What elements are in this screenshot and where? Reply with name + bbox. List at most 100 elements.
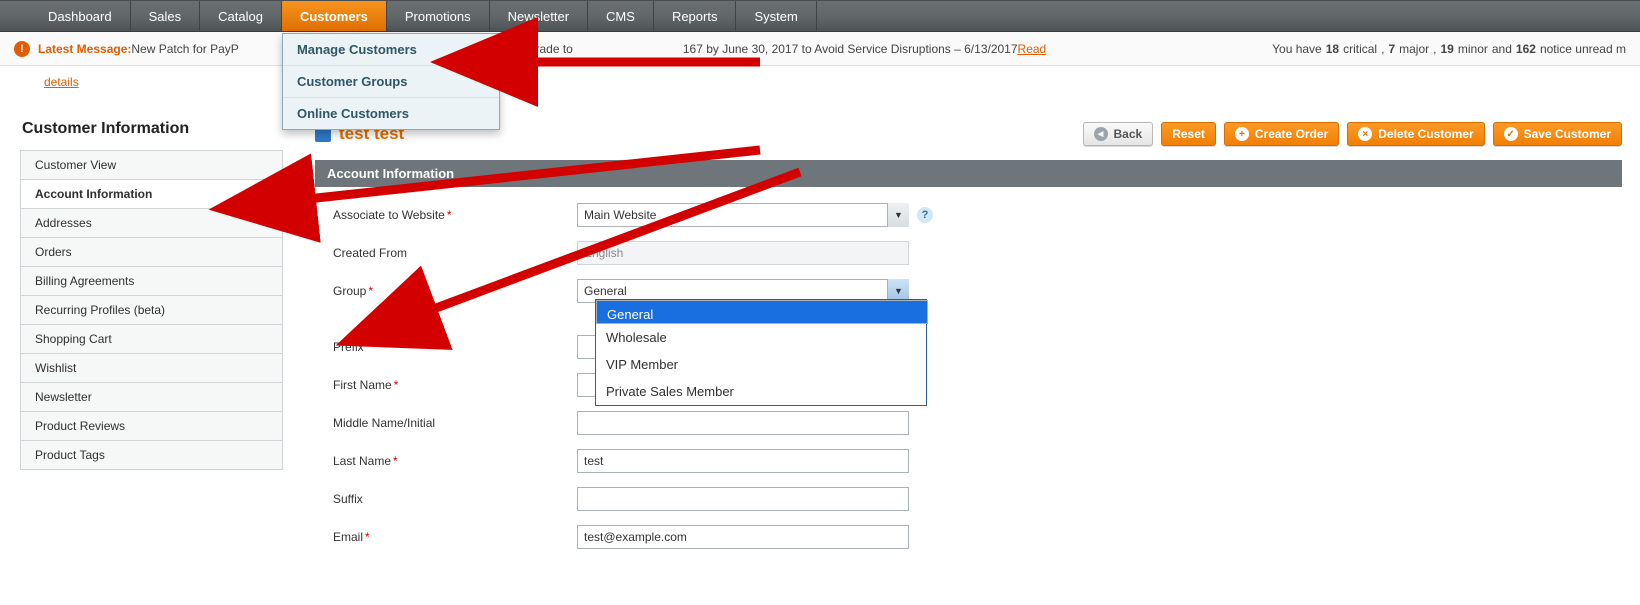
sidebar-item-account-information[interactable]: Account Information <box>21 180 282 209</box>
nav-customers[interactable]: Customers Manage Customers Customer Grou… <box>282 1 387 31</box>
created-from-value: English <box>577 241 909 265</box>
notice-right-prefix: You have <box>1272 42 1322 56</box>
reset-label: Reset <box>1172 127 1205 141</box>
group-option-general[interactable]: General <box>596 300 928 324</box>
create-order-label: Create Order <box>1255 127 1328 141</box>
notice-label: notice unread m <box>1540 42 1626 56</box>
help-icon[interactable]: ? <box>917 207 933 223</box>
row-last-name: Last Name* <box>333 445 1622 477</box>
major-label: major <box>1399 42 1429 56</box>
sidebar-item-wishlist[interactable]: Wishlist <box>21 354 282 383</box>
nav-customers-label: Customers <box>300 9 368 24</box>
minor-count: 19 <box>1441 42 1454 56</box>
save-customer-label: Save Customer <box>1524 127 1611 141</box>
critical-count: 18 <box>1326 42 1339 56</box>
first-name-label: First Name <box>333 378 392 392</box>
row-email: Email* <box>333 521 1622 553</box>
nav-catalog[interactable]: Catalog <box>200 1 282 31</box>
prefix-label: Prefix <box>333 340 364 354</box>
required-icon: * <box>447 208 452 222</box>
associate-label: Associate to Website <box>333 208 445 222</box>
save-customer-button[interactable]: ✓ Save Customer <box>1493 122 1622 146</box>
header-buttons: ◄ Back Reset + Create Order × Delete Custom… <box>1083 122 1623 146</box>
section-title: Account Information <box>315 160 1622 187</box>
associate-select[interactable] <box>577 203 909 227</box>
delete-customer-label: Delete Customer <box>1378 127 1473 141</box>
dd-customer-groups[interactable]: Customer Groups <box>283 66 499 98</box>
warning-icon: ! <box>14 41 30 57</box>
group-option-vip[interactable]: VIP Member <box>596 351 926 378</box>
sidebar-item-orders[interactable]: Orders <box>21 238 282 267</box>
row-created-from: Created From English <box>333 237 1622 269</box>
nav-system[interactable]: System <box>736 1 816 31</box>
nav-dashboard[interactable]: Dashboard <box>30 1 131 31</box>
email-label: Email <box>333 530 363 544</box>
sidebar-item-billing-agreements[interactable]: Billing Agreements <box>21 267 282 296</box>
middle-name-input[interactable] <box>577 411 909 435</box>
group-option-wholesale[interactable]: Wholesale <box>596 324 926 351</box>
notice-counts: You have 18 critical, 7 major, 19 minor … <box>1272 42 1626 56</box>
nav-cms[interactable]: CMS <box>588 1 654 31</box>
email-input[interactable] <box>577 525 909 549</box>
dd-manage-customers[interactable]: Manage Customers <box>283 34 499 66</box>
suffix-label: Suffix <box>333 492 363 506</box>
sidebar-title: Customer Information <box>22 120 283 138</box>
back-button[interactable]: ◄ Back <box>1083 122 1154 146</box>
reset-button[interactable]: Reset <box>1161 122 1216 146</box>
row-first-name: First Name* <box>333 369 1622 401</box>
required-icon: * <box>393 454 398 468</box>
customers-dropdown: Manage Customers Customer Groups Online … <box>282 33 500 130</box>
delete-customer-button[interactable]: × Delete Customer <box>1347 122 1484 146</box>
page-header: test test ◄Back Reset +Create Order ×Del… <box>315 122 1622 146</box>
group-dropdown-list: General Wholesale VIP Member Private Sal… <box>595 299 927 406</box>
required-icon: * <box>368 284 373 298</box>
sidebar-item-newsletter[interactable]: Newsletter <box>21 383 282 412</box>
create-order-button[interactable]: + Create Order <box>1224 122 1339 146</box>
row-prefix: Prefix <box>333 331 1622 363</box>
sidebar-list: Customer View Account Information Addres… <box>20 150 283 470</box>
nav-sales[interactable]: Sales <box>131 1 201 31</box>
sidebar-item-product-tags[interactable]: Product Tags <box>21 441 282 470</box>
nav-reports[interactable]: Reports <box>654 1 737 31</box>
main-column: test test ◄Back Reset +Create Order ×Del… <box>283 66 1640 579</box>
notice-count: 162 <box>1516 42 1536 56</box>
back-label: Back <box>1114 127 1143 141</box>
nav-newsletter[interactable]: Newsletter <box>490 1 588 31</box>
nav-promotions[interactable]: Promotions <box>387 1 490 31</box>
required-icon: * <box>365 530 370 544</box>
group-option-private[interactable]: Private Sales Member <box>596 378 926 405</box>
row-group: Group* ▼ General Wholesale VIP Member Pr… <box>333 275 1622 307</box>
critical-label: critical <box>1343 42 1377 56</box>
sidebar-item-addresses[interactable]: Addresses <box>21 209 282 238</box>
row-middle-name: Middle Name/Initial <box>333 407 1622 439</box>
row-suffix: Suffix <box>333 483 1622 515</box>
notice-bar: ! Latest Message: New Patch for PayP Cha… <box>0 32 1640 66</box>
sidebar-item-shopping-cart[interactable]: Shopping Cart <box>21 325 282 354</box>
check-icon: ✓ <box>1504 127 1518 141</box>
minor-label: minor <box>1458 42 1488 56</box>
delete-icon: × <box>1358 127 1372 141</box>
major-count: 7 <box>1388 42 1395 56</box>
last-name-label: Last Name <box>333 454 391 468</box>
notice-details-link[interactable]: details <box>44 75 79 89</box>
sidebar: Customer Information Customer View Accou… <box>0 66 283 470</box>
suffix-input[interactable] <box>577 487 909 511</box>
middle-name-label: Middle Name/Initial <box>333 416 435 430</box>
notice-text-a: New Patch for PayP <box>131 42 238 56</box>
last-name-input[interactable] <box>577 449 909 473</box>
notice-text-c: 167 by June 30, 2017 to Avoid Service Di… <box>683 42 1018 56</box>
plus-icon: + <box>1235 127 1249 141</box>
notice-read-link[interactable]: Read <box>1018 42 1047 56</box>
sidebar-item-recurring-profiles[interactable]: Recurring Profiles (beta) <box>21 296 282 325</box>
sidebar-item-product-reviews[interactable]: Product Reviews <box>21 412 282 441</box>
back-icon: ◄ <box>1094 127 1108 141</box>
row-associate: Associate to Website* ▼ ? <box>333 199 1622 231</box>
created-from-label: Created From <box>333 246 407 260</box>
latest-message-label: Latest Message: <box>38 42 131 56</box>
sidebar-item-customer-view[interactable]: Customer View <box>21 151 282 180</box>
group-label: Group <box>333 284 366 298</box>
dd-online-customers[interactable]: Online Customers <box>283 98 499 129</box>
required-icon: * <box>394 378 399 392</box>
top-nav: Dashboard Sales Catalog Customers Manage… <box>0 0 1640 32</box>
account-form: Associate to Website* ▼ ? Created From E… <box>315 187 1622 579</box>
